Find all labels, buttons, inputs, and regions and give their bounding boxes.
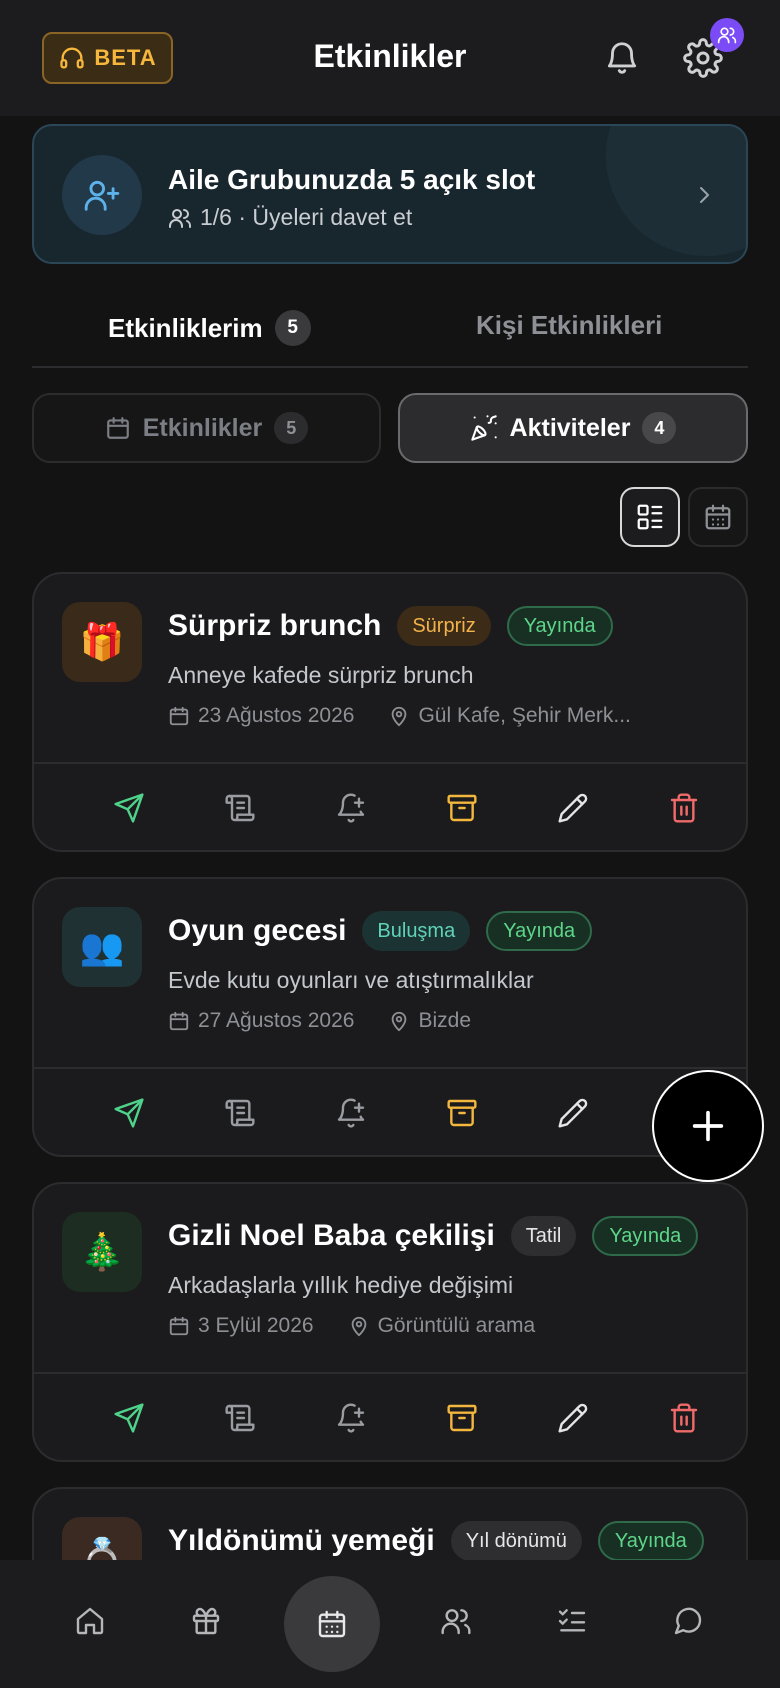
event-location: Bizde [418,1009,471,1032]
category-chip: Tatil [510,1216,577,1256]
send-icon[interactable] [112,791,146,825]
event-description: Evde kutu oyunları ve atıştırmalıklar [168,967,534,993]
archive-icon[interactable] [445,1401,479,1435]
status-badge: Yayında [592,1216,699,1256]
checklist-icon[interactable] [554,1603,590,1639]
segment-events[interactable]: Etkinlikler 5 [32,393,381,463]
map-pin-icon [388,1010,410,1032]
status-badge: Yayında [597,1521,704,1561]
tab-label: Kişi Etkinlikleri [476,310,663,340]
family-banner-subtitle-text: 1/6 · Üyeleri davet et [200,204,413,230]
calendar-icon [316,1608,348,1640]
event-card-header: Sürpriz brunch Sürpriz Yayında [168,606,613,646]
pencil-icon[interactable] [556,1096,590,1130]
family-group-banner[interactable]: Aile Grubunuzda 5 açık slot 1/6 · Üyeler… [32,124,748,264]
calendar-icon [105,415,131,441]
calendar-icon [168,1315,190,1337]
user-plus-icon [62,155,142,235]
card-actions [34,1374,746,1460]
map-pin-icon [348,1315,370,1337]
card-actions [34,1069,746,1155]
bell-icon[interactable] [603,38,641,78]
segment-label: Aktiviteler [509,413,631,442]
event-meta: 3 Eylül 2026 Görüntülü arama [168,1314,535,1338]
event-title: Sürpriz brunch [168,609,382,642]
segment-activities[interactable]: Aktiviteler 4 [398,393,748,463]
segment-label: Etkinlikler [142,413,263,442]
archive-icon[interactable] [445,1096,479,1130]
bell-plus-icon[interactable] [334,1096,368,1130]
segment-count-badge: 5 [274,412,309,444]
chevron-right-icon [692,181,716,209]
family-banner-subtitle: 1/6 · Üyeleri davet et [168,204,412,231]
calendar-icon [168,705,190,727]
event-title: Gizli Noel Baba çekilişi [168,1219,495,1252]
banner-decoration [606,126,746,256]
send-icon[interactable] [112,1401,146,1435]
tab-bar: Etkinliklerim 5 Kişi Etkinlikleri [32,296,748,368]
event-meta: 23 Ağustos 2026 Gül Kafe, Şehir Merk... [168,704,631,728]
calendar-icon [168,1010,190,1032]
event-card[interactable]: 🎁 Sürpriz brunch Sürpriz Yayında Anneye … [32,572,748,852]
card-actions [34,764,746,850]
home-icon[interactable] [72,1603,108,1639]
tab-person-events[interactable]: Kişi Etkinlikleri [476,310,662,341]
category-chip: Buluşma [362,911,471,951]
list-view-icon[interactable] [620,487,680,547]
add-event-button[interactable] [652,1070,764,1182]
calendar-view-icon[interactable] [688,487,748,547]
bottom-navigation [0,1560,780,1688]
event-description: Anneye kafede sürpriz brunch [168,662,474,688]
event-card[interactable]: 🎄 Gizli Noel Baba çekilişi Tatil Yayında… [32,1182,748,1462]
family-banner-title: Aile Grubunuzda 5 açık slot [168,164,536,195]
tab-label: Etkinliklerim [108,312,263,343]
status-badge: Yayında [506,606,613,646]
pencil-icon[interactable] [556,791,590,825]
page-title: Etkinlikler [313,38,467,74]
tab-count-badge: 5 [274,310,311,346]
event-emoji: 👥 [62,907,142,987]
event-location: Görüntülü arama [377,1314,536,1337]
event-date: 27 Ağustos 2026 [198,1009,355,1032]
chat-icon[interactable] [670,1603,706,1639]
trash-icon[interactable] [667,1401,701,1435]
event-title: Oyun gecesi [168,914,347,947]
scroll-icon[interactable] [223,1096,257,1130]
segment-count-badge: 4 [642,412,677,444]
event-emoji: 🎄 [62,1212,142,1292]
event-date: 3 Eylül 2026 [198,1314,314,1337]
event-date: 23 Ağustos 2026 [198,704,355,727]
send-icon[interactable] [112,1096,146,1130]
event-meta: 27 Ağustos 2026 Bizde [168,1009,471,1033]
gift-icon[interactable] [188,1603,224,1639]
party-popper-icon [470,414,498,442]
nav-events-button[interactable] [284,1576,380,1672]
category-chip: Sürpriz [397,606,491,646]
event-description: Arkadaşlarla yıllık hediye değişimi [168,1272,514,1298]
event-card-header: Yıldönümü yemeği Yıl dönümü Yayında [168,1521,704,1561]
event-card[interactable]: 👥 Oyun gecesi Buluşma Yayında Evde kutu … [32,877,748,1157]
event-card-header: Oyun gecesi Buluşma Yayında [168,911,593,951]
users-icon[interactable] [438,1603,474,1639]
users-icon [710,18,744,52]
event-title: Yıldönümü yemeği [168,1524,435,1557]
event-card-header: Gizli Noel Baba çekilişi Tatil Yayında [168,1216,699,1256]
app-header: BETA Etkinlikler [0,0,780,116]
tab-my-events[interactable]: Etkinliklerim 5 [108,310,311,346]
map-pin-icon [388,705,410,727]
bell-plus-icon[interactable] [334,791,368,825]
trash-icon[interactable] [667,791,701,825]
archive-icon[interactable] [445,791,479,825]
event-location: Gül Kafe, Şehir Merk... [418,704,631,727]
pencil-icon[interactable] [556,1401,590,1435]
status-badge: Yayında [486,911,593,951]
scroll-icon[interactable] [223,1401,257,1435]
scroll-icon[interactable] [223,791,257,825]
category-chip: Yıl dönümü [450,1521,582,1561]
event-emoji: 🎁 [62,602,142,682]
bell-plus-icon[interactable] [334,1401,368,1435]
users-icon [168,206,192,230]
plus-icon [688,1106,728,1146]
